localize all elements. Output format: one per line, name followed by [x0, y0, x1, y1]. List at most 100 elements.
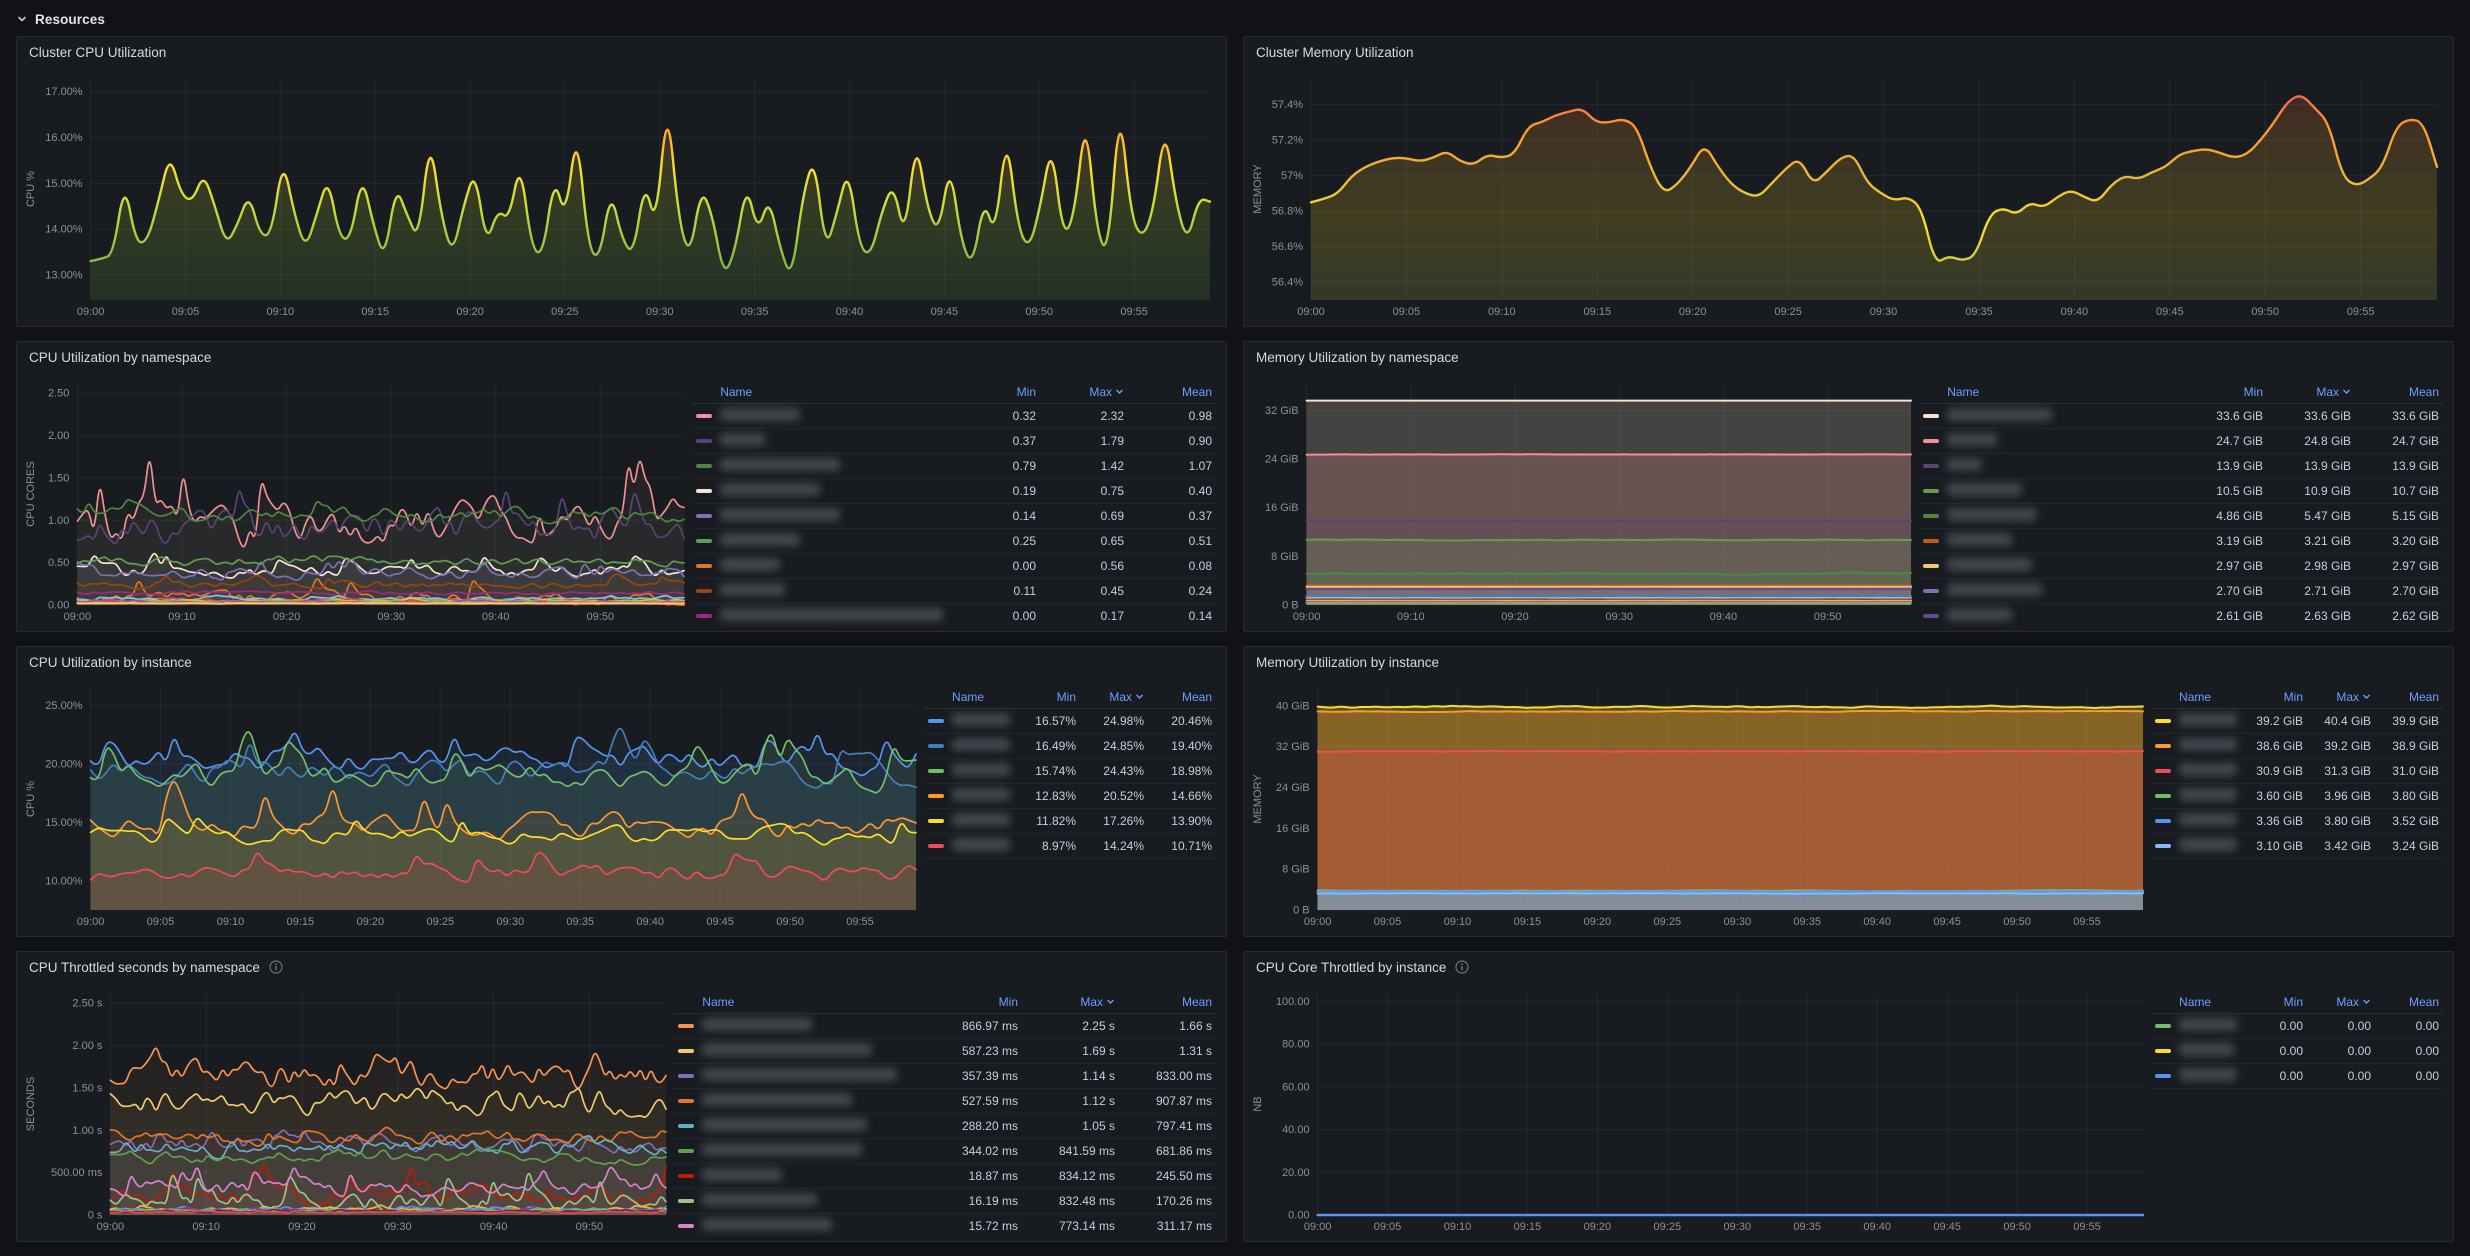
- legend-series-name[interactable]: [2179, 813, 2239, 829]
- legend-row[interactable]: 0.190.750.40: [692, 479, 1216, 504]
- legend-col-max[interactable]: Max: [2307, 995, 2375, 1009]
- legend-row[interactable]: 0.000.000.00: [2151, 1014, 2443, 1039]
- chart-cluster-memory[interactable]: 56.4%56.6%56.8%57%57.2%57.4%09:0009:0509…: [1250, 69, 2445, 322]
- legend-series-name[interactable]: [720, 433, 952, 449]
- legend-series-name[interactable]: [720, 408, 952, 424]
- legend-col-min[interactable]: Min: [925, 995, 1022, 1009]
- legend-series-name[interactable]: [1947, 408, 2179, 424]
- legend-col-name[interactable]: Name: [720, 385, 952, 399]
- legend-row[interactable]: 3.19 GiB3.21 GiB3.20 GiB: [1919, 529, 2443, 554]
- legend-series-name[interactable]: [2179, 838, 2239, 854]
- legend-col-min[interactable]: Min: [1012, 690, 1080, 704]
- legend-row[interactable]: 18.87 ms834.12 ms245.50 ms: [674, 1164, 1216, 1189]
- legend-row[interactable]: 0.791.421.07: [692, 454, 1216, 479]
- legend-row[interactable]: 16.57%24.98%20.46%: [924, 709, 1216, 734]
- legend-series-name[interactable]: [952, 763, 1012, 779]
- legend-col-mean[interactable]: Mean: [2375, 995, 2443, 1009]
- legend-row[interactable]: 11.82%17.26%13.90%: [924, 809, 1216, 834]
- legend-series-name[interactable]: [720, 558, 952, 574]
- legend-row[interactable]: 10.5 GiB10.9 GiB10.7 GiB: [1919, 479, 2443, 504]
- legend-row[interactable]: 527.59 ms1.12 s907.87 ms: [674, 1089, 1216, 1114]
- legend-row[interactable]: 4.86 GiB5.47 GiB5.15 GiB: [1919, 504, 2443, 529]
- legend-col-min[interactable]: Min: [2239, 995, 2307, 1009]
- chart-cluster-cpu[interactable]: 13.00%14.00%15.00%16.00%17.00%09:0009:05…: [23, 69, 1218, 322]
- panel-header[interactable]: Cluster CPU Utilization: [17, 37, 1226, 67]
- legend-row[interactable]: 38.6 GiB39.2 GiB38.9 GiB: [2151, 734, 2443, 759]
- panel-header[interactable]: Memory Utilization by instance: [1244, 647, 2453, 677]
- legend-row[interactable]: 2.61 GiB2.63 GiB2.62 GiB: [1919, 604, 2443, 627]
- legend-row[interactable]: 16.19 ms832.48 ms170.26 ms: [674, 1189, 1216, 1214]
- legend-series-name[interactable]: [702, 1093, 925, 1109]
- legend-series-name[interactable]: [1947, 608, 2179, 624]
- legend-col-max[interactable]: Max: [1022, 995, 1119, 1009]
- legend-row[interactable]: 33.6 GiB33.6 GiB33.6 GiB: [1919, 404, 2443, 429]
- legend-row[interactable]: 0.000.560.08: [692, 554, 1216, 579]
- legend-series-name[interactable]: [1947, 583, 2179, 599]
- legend-row[interactable]: 0.000.000.00: [2151, 1039, 2443, 1064]
- legend-col-name[interactable]: Name: [2179, 690, 2239, 704]
- legend-row[interactable]: 16.49%24.85%19.40%: [924, 734, 1216, 759]
- legend-series-name[interactable]: [702, 1043, 925, 1059]
- legend-series-name[interactable]: [720, 533, 952, 549]
- legend-series-name[interactable]: [720, 508, 952, 524]
- legend-series-name[interactable]: [952, 813, 1012, 829]
- legend-series-name[interactable]: [1947, 433, 2179, 449]
- legend-col-mean[interactable]: Mean: [1119, 995, 1216, 1009]
- legend-col-max[interactable]: Max: [1040, 385, 1128, 399]
- legend-col-max[interactable]: Max: [2307, 690, 2375, 704]
- panel-header[interactable]: Memory Utilization by namespace: [1244, 342, 2453, 372]
- legend-col-mean[interactable]: Mean: [2355, 385, 2443, 399]
- legend-row[interactable]: 0.110.450.24: [692, 579, 1216, 604]
- legend-row[interactable]: 587.23 ms1.69 s1.31 s: [674, 1039, 1216, 1064]
- legend-row[interactable]: 30.9 GiB31.3 GiB31.0 GiB: [2151, 759, 2443, 784]
- legend-col-name[interactable]: Name: [1947, 385, 2179, 399]
- legend-series-name[interactable]: [2179, 1018, 2239, 1034]
- chart-cpu-by-instance[interactable]: 10.00%15.00%20.00%25.00%09:0009:0509:100…: [23, 679, 924, 932]
- legend-series-name[interactable]: [702, 1168, 925, 1184]
- legend-series-name[interactable]: [702, 1018, 925, 1034]
- legend-row[interactable]: 2.97 GiB2.98 GiB2.97 GiB: [1919, 554, 2443, 579]
- legend-series-name[interactable]: [720, 608, 952, 624]
- legend-series-name[interactable]: [720, 483, 952, 499]
- legend-row[interactable]: 15.72 ms773.14 ms311.17 ms: [674, 1214, 1216, 1237]
- legend-series-name[interactable]: [1947, 458, 2179, 474]
- legend-col-max[interactable]: Max: [2267, 385, 2355, 399]
- legend-series-name[interactable]: [952, 738, 1012, 754]
- legend-row[interactable]: 0.140.690.37: [692, 504, 1216, 529]
- legend-series-name[interactable]: [2179, 763, 2239, 779]
- legend-series-name[interactable]: [720, 583, 952, 599]
- legend-series-name[interactable]: [702, 1068, 925, 1084]
- chart-cpu-by-namespace[interactable]: 0.000.501.001.502.002.5009:0009:1009:200…: [23, 374, 692, 627]
- legend-col-min[interactable]: Min: [952, 385, 1040, 399]
- legend-series-name[interactable]: [2179, 1068, 2239, 1084]
- chart-cpu-core-throttled-by-instance[interactable]: 0.0020.0040.0060.0080.00100.0009:0009:05…: [1250, 984, 2151, 1237]
- info-icon[interactable]: [269, 960, 283, 974]
- legend-series-name[interactable]: [2179, 788, 2239, 804]
- panel-header[interactable]: CPU Core Throttled by instance: [1244, 952, 2453, 982]
- panel-header[interactable]: CPU Throttled seconds by namespace: [17, 952, 1226, 982]
- chart-cpu-throttled-by-namespace[interactable]: 0 s500.00 ms1.00 s1.50 s2.00 s2.50 s09:0…: [23, 984, 674, 1237]
- legend-series-name[interactable]: [702, 1118, 925, 1134]
- legend-series-name[interactable]: [2179, 738, 2239, 754]
- legend-col-min[interactable]: Min: [2239, 690, 2307, 704]
- legend-row[interactable]: 2.70 GiB2.71 GiB2.70 GiB: [1919, 579, 2443, 604]
- chart-memory-by-namespace[interactable]: 0 B8 GiB16 GiB24 GiB32 GiB09:0009:1009:2…: [1250, 374, 1919, 627]
- legend-row[interactable]: 39.2 GiB40.4 GiB39.9 GiB: [2151, 709, 2443, 734]
- legend-row[interactable]: 13.9 GiB13.9 GiB13.9 GiB: [1919, 454, 2443, 479]
- legend-row[interactable]: 0.322.320.98: [692, 404, 1216, 429]
- legend-row[interactable]: 344.02 ms841.59 ms681.86 ms: [674, 1139, 1216, 1164]
- legend-series-name[interactable]: [2179, 713, 2239, 729]
- legend-col-min[interactable]: Min: [2179, 385, 2267, 399]
- legend-row[interactable]: 288.20 ms1.05 s797.41 ms: [674, 1114, 1216, 1139]
- legend-row[interactable]: 24.7 GiB24.8 GiB24.7 GiB: [1919, 429, 2443, 454]
- legend-series-name[interactable]: [1947, 508, 2179, 524]
- legend-series-name[interactable]: [702, 1193, 925, 1209]
- legend-series-name[interactable]: [1947, 533, 2179, 549]
- legend-row[interactable]: 12.83%20.52%14.66%: [924, 784, 1216, 809]
- chart-memory-by-instance[interactable]: 0 B8 GiB16 GiB24 GiB32 GiB40 GiB09:0009:…: [1250, 679, 2151, 932]
- legend-col-name[interactable]: Name: [2179, 995, 2239, 1009]
- legend-row[interactable]: 866.97 ms2.25 s1.66 s: [674, 1014, 1216, 1039]
- legend-row[interactable]: 3.60 GiB3.96 GiB3.80 GiB: [2151, 784, 2443, 809]
- legend-col-name[interactable]: Name: [952, 690, 1012, 704]
- legend-series-name[interactable]: [702, 1218, 925, 1234]
